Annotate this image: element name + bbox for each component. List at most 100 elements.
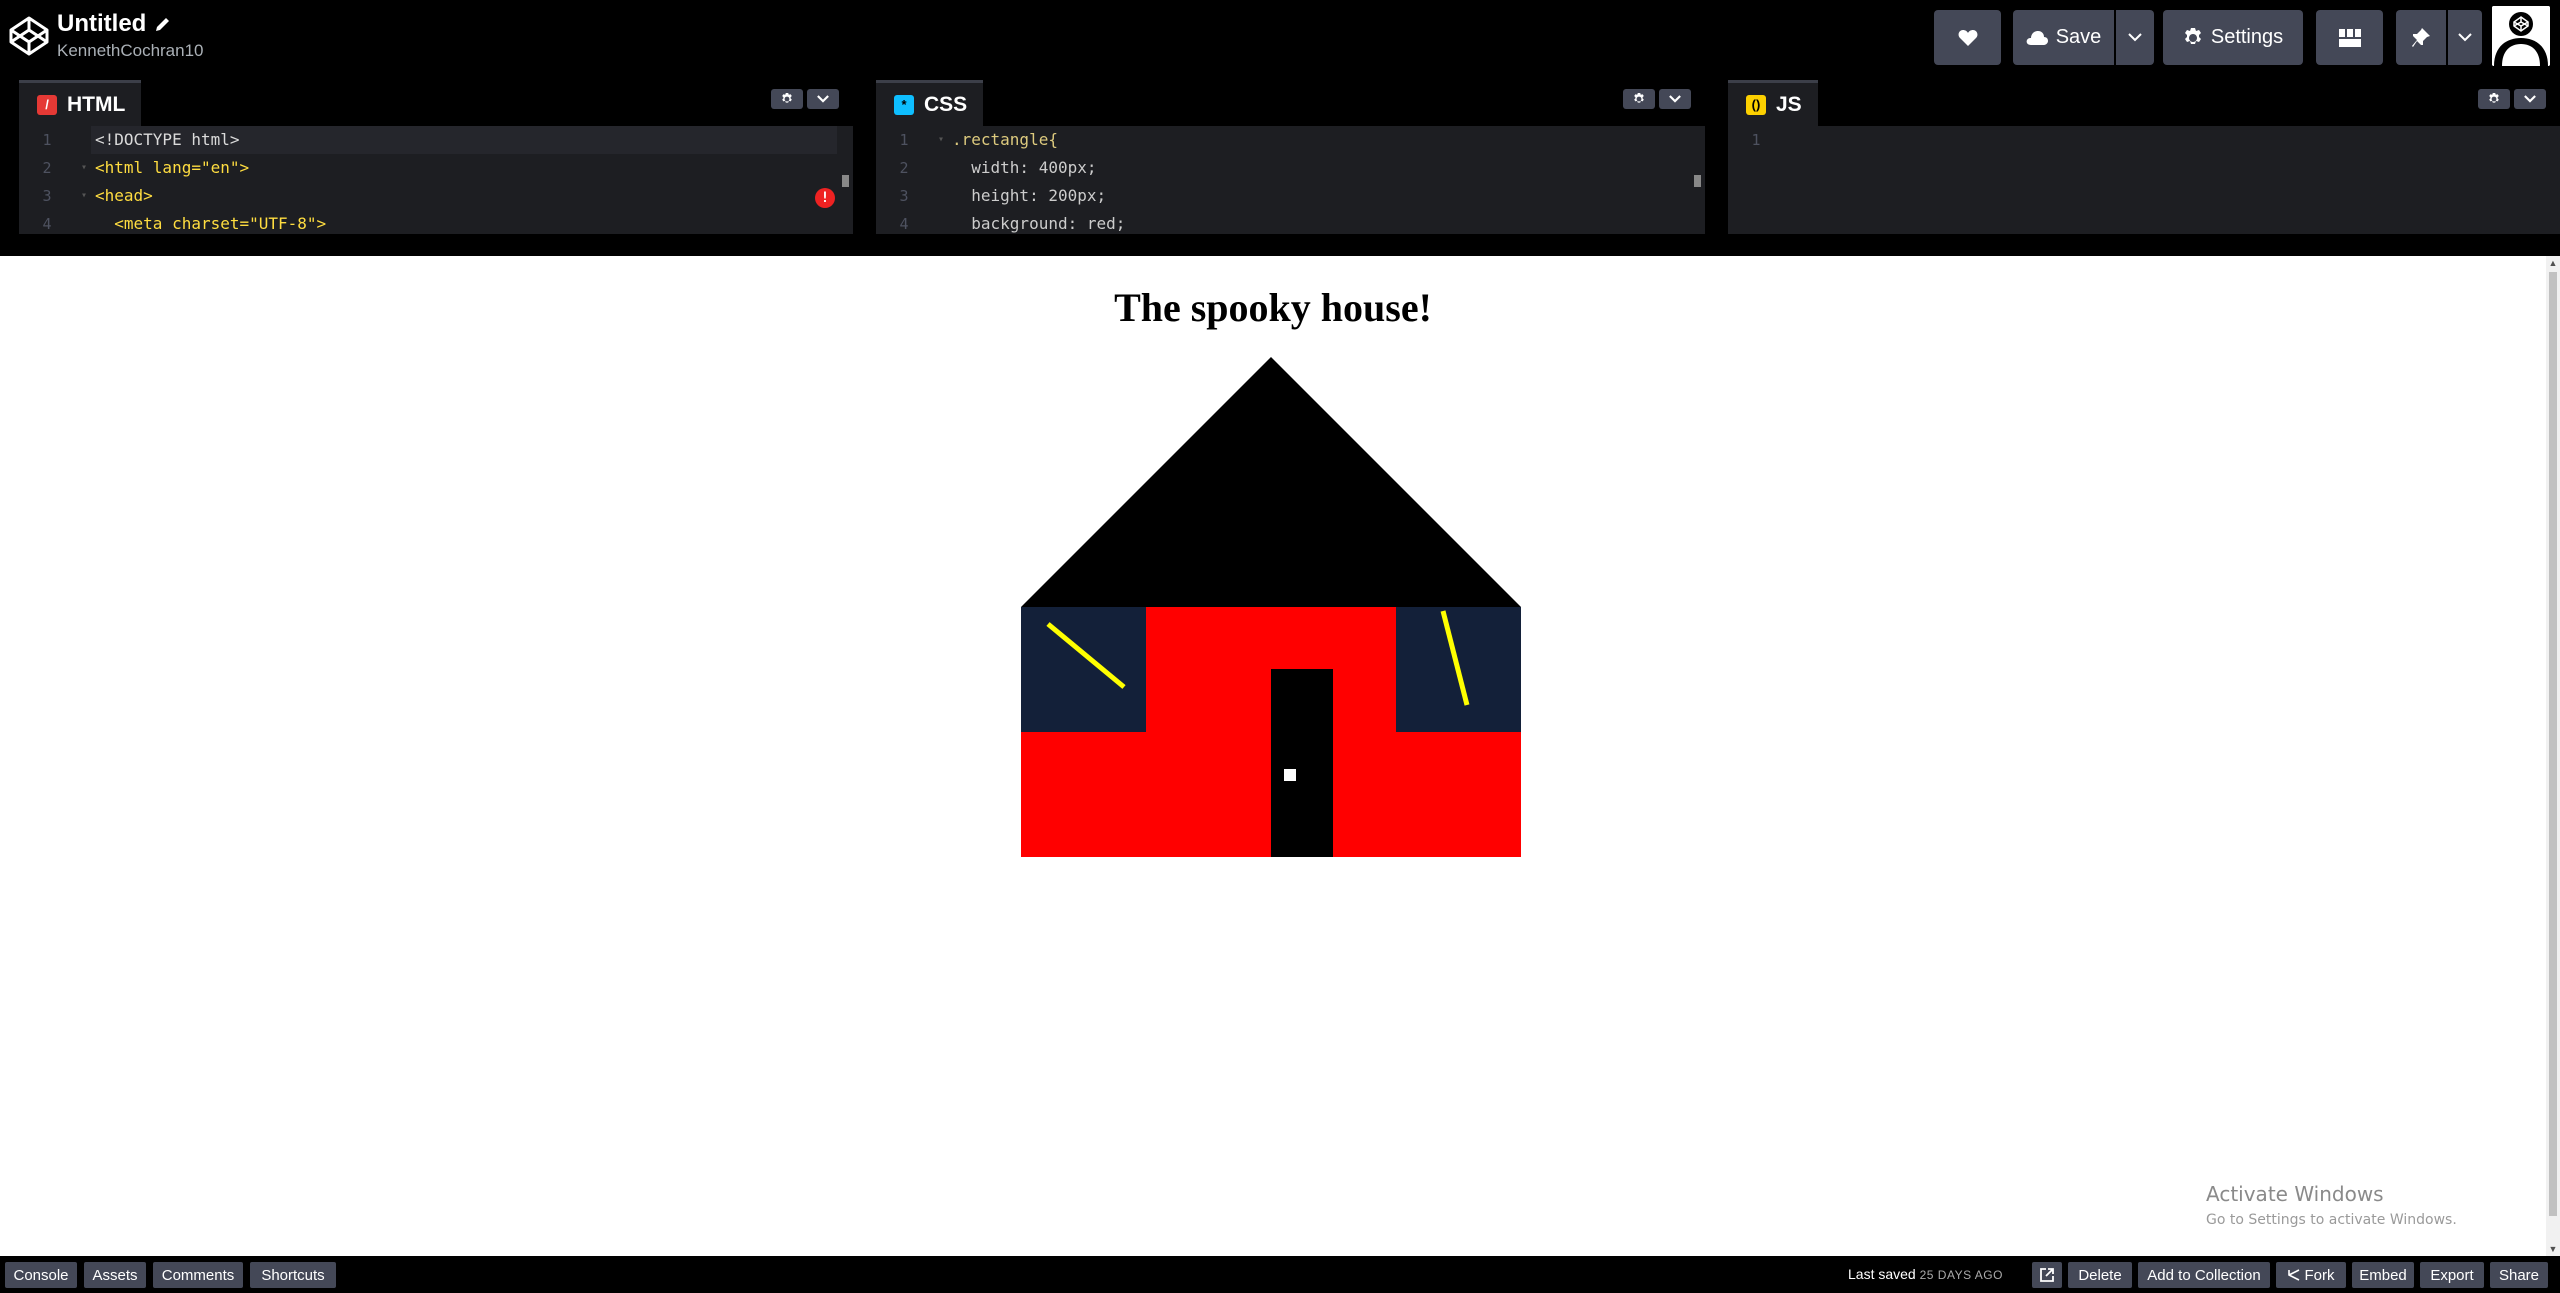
comments-button[interactable]: Comments: [153, 1262, 243, 1288]
css-editor: * CSS 1 ▾ .rectangle{ 2 width: 400px; 3 he…: [876, 77, 1705, 234]
preview-scrollbar[interactable]: ▲ ▼: [2546, 256, 2560, 1256]
chevron-down-icon: [817, 95, 829, 103]
tab-html[interactable]: / HTML: [19, 80, 142, 126]
save-options-button[interactable]: [2116, 10, 2154, 65]
code-line: height: 200px;: [952, 186, 1107, 205]
js-collapse-button[interactable]: [2514, 89, 2546, 109]
cloud-icon: [2026, 31, 2048, 45]
scroll-down-icon[interactable]: ▼: [2546, 1242, 2560, 1256]
chevron-down-icon: [2524, 95, 2536, 103]
fork-label: Fork: [2304, 1266, 2335, 1284]
fork-button[interactable]: Fork: [2276, 1262, 2346, 1288]
change-view-button[interactable]: [2316, 10, 2383, 65]
chevron-down-icon: [2458, 33, 2472, 42]
html-code-area[interactable]: 1 <!DOCTYPE html> 2 ▾ <html lang="en"> 3 ▾ <h…: [19, 126, 853, 234]
last-saved-status: Last saved 25 DAYS AGO: [1848, 1266, 2003, 1282]
line-number: 2: [42, 159, 52, 177]
html-settings-button[interactable]: [771, 89, 803, 109]
last-saved-time: 25 DAYS AGO: [1919, 1268, 2003, 1282]
tab-css[interactable]: * CSS: [876, 80, 984, 126]
code-line: <!DOCTYPE html>: [95, 130, 240, 149]
scrollbar[interactable]: [1694, 175, 1701, 187]
line-number: 3: [42, 187, 52, 205]
html-badge-icon: /: [37, 94, 57, 115]
scroll-up-icon[interactable]: ▲: [2546, 256, 2560, 270]
activation-watermark: Activate Windows Go to Settings to activ…: [2206, 1182, 2457, 1228]
preview-resize-handle[interactable]: [0, 234, 2560, 256]
bottom-bar: Console Assets Comments Shortcuts Last s…: [0, 1256, 2560, 1293]
embed-button[interactable]: Embed: [2352, 1262, 2414, 1288]
export-button[interactable]: Export: [2420, 1262, 2484, 1288]
console-button[interactable]: Console: [5, 1262, 77, 1288]
settings-button[interactable]: Settings: [2163, 10, 2303, 65]
open-new-window-button[interactable]: [2032, 1262, 2062, 1288]
assets-button[interactable]: Assets: [84, 1262, 146, 1288]
error-icon[interactable]: !: [815, 188, 835, 208]
house-window-right: [1396, 607, 1521, 732]
html-editor: / HTML 1 <!DOCTYPE html> 2 ▾ <html lang="en…: [19, 77, 853, 234]
html-collapse-button[interactable]: [807, 89, 839, 109]
top-bar: Untitled KennethCochran10 Save Settings: [0, 0, 2560, 77]
tab-css-label: CSS: [924, 92, 968, 116]
pen-author[interactable]: KennethCochran10: [57, 40, 204, 62]
user-avatar[interactable]: [2492, 6, 2550, 66]
pin-icon: [2412, 27, 2430, 47]
watermark-subtitle: Go to Settings to activate Windows.: [2206, 1212, 2457, 1228]
shortcuts-button[interactable]: Shortcuts: [250, 1262, 336, 1288]
js-code-area[interactable]: 1: [1728, 126, 2560, 234]
result-preview: The spooky house! Activate Windows Go to…: [0, 256, 2546, 1256]
scrollbar-thumb[interactable]: [2549, 272, 2557, 1216]
add-to-collection-button[interactable]: Add to Collection: [2138, 1262, 2270, 1288]
delete-button[interactable]: Delete: [2068, 1262, 2132, 1288]
watermark-title: Activate Windows: [2206, 1182, 2384, 1206]
gear-icon: [1634, 93, 1644, 103]
settings-label: Settings: [2210, 26, 2284, 48]
fork-icon: [2287, 1269, 2299, 1281]
scrollbar[interactable]: [842, 175, 849, 187]
code-line: <meta charset="UTF-8">: [95, 214, 327, 233]
line-number: 1: [42, 131, 52, 149]
css-badge-icon: *: [894, 94, 914, 115]
chevron-down-icon: [1669, 95, 1681, 103]
chevron-down-icon: [2128, 33, 2142, 42]
house-window-left: [1021, 607, 1146, 732]
tab-html-label: HTML: [67, 92, 126, 116]
pen-title[interactable]: Untitled: [57, 10, 146, 38]
share-button[interactable]: Share: [2490, 1262, 2548, 1288]
code-line: <html lang="en">: [95, 158, 250, 177]
pen-title-block: Untitled KennethCochran10: [57, 10, 204, 62]
window-streak: [1046, 622, 1126, 689]
page-heading: The spooky house!: [1114, 285, 1432, 330]
layout-grid-icon: [2338, 28, 2361, 47]
heart-icon: [1958, 29, 1977, 46]
css-settings-button[interactable]: [1623, 89, 1655, 109]
line-number: 1: [1751, 131, 1761, 149]
css-code-area[interactable]: 1 ▾ .rectangle{ 2 width: 400px; 3 height: …: [876, 126, 1705, 234]
js-badge-icon: (): [1746, 94, 1766, 115]
house-roof: [1021, 357, 1521, 607]
line-number: 4: [899, 215, 909, 233]
code-line: width: 400px;: [952, 158, 1097, 177]
love-button[interactable]: [1934, 10, 2001, 65]
line-number: 1: [899, 131, 909, 149]
editor-panels: / HTML 1 <!DOCTYPE html> 2 ▾ <html lang="en…: [0, 77, 2560, 234]
gear-icon: [2489, 93, 2499, 103]
line-number: 3: [899, 187, 909, 205]
code-line: <head>: [95, 186, 153, 205]
css-collapse-button[interactable]: [1659, 89, 1691, 109]
line-number: 2: [899, 159, 909, 177]
pin-options-button[interactable]: [2448, 10, 2482, 65]
external-link-icon: [2040, 1268, 2054, 1282]
line-number: 4: [42, 215, 52, 233]
edit-title-pencil-icon[interactable]: [154, 15, 172, 33]
tab-js-label: JS: [1776, 92, 1802, 116]
code-line: .rectangle{: [952, 130, 1058, 149]
tab-js[interactable]: () JS: [1728, 80, 1818, 126]
js-settings-button[interactable]: [2478, 89, 2510, 109]
save-button[interactable]: Save: [2013, 10, 2114, 65]
gear-icon: [782, 93, 792, 103]
pin-button[interactable]: [2396, 10, 2446, 65]
house-door: [1271, 669, 1333, 857]
last-saved-label: Last saved: [1848, 1266, 1916, 1282]
codepen-logo-icon[interactable]: [7, 14, 51, 58]
